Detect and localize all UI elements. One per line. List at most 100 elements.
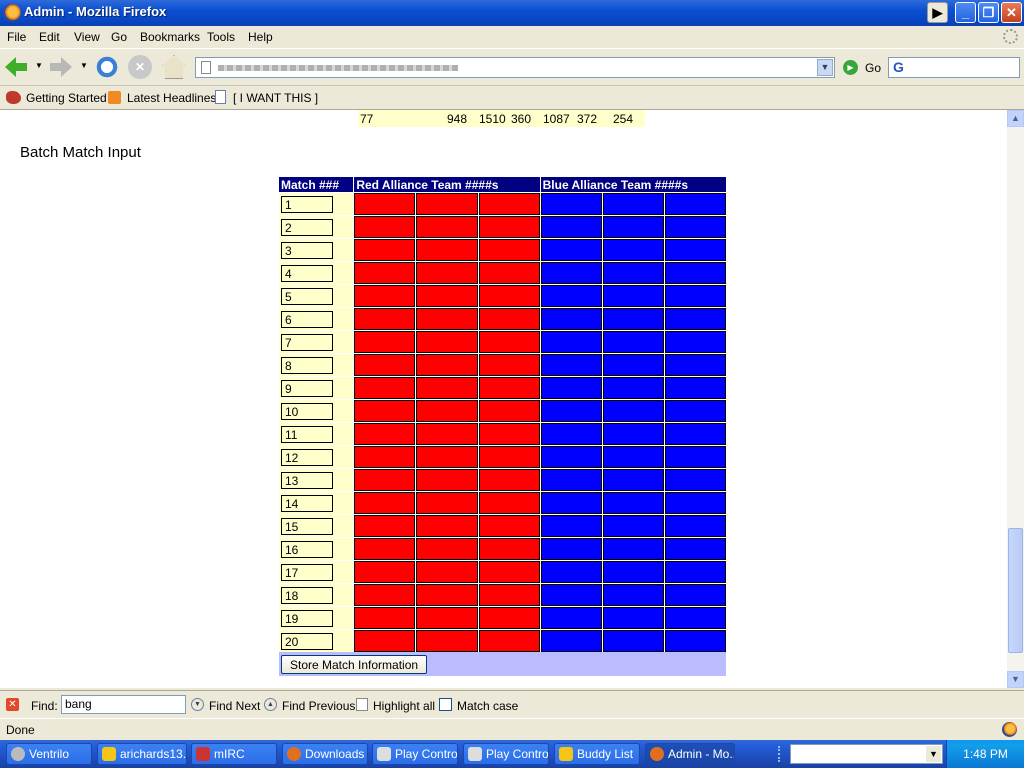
red-team-input[interactable] <box>354 446 416 468</box>
menu-edit[interactable]: Edit <box>39 30 60 44</box>
stop-icon[interactable]: ✕ <box>128 55 152 79</box>
blue-team-input[interactable] <box>540 492 602 514</box>
task-buddy-list[interactable]: Buddy List <box>554 743 640 765</box>
back-dropdown-icon[interactable]: ▼ <box>35 61 43 70</box>
blue-team-input[interactable] <box>540 400 602 422</box>
combo-dropdown-icon[interactable]: ▼ <box>926 746 941 762</box>
red-team-input[interactable] <box>416 400 478 422</box>
highlight-all-button[interactable]: Highlight all <box>373 699 435 713</box>
red-team-input[interactable] <box>416 216 478 238</box>
red-team-input[interactable] <box>478 239 540 261</box>
match-number-input[interactable]: 16 <box>281 540 333 558</box>
red-team-input[interactable] <box>478 377 540 399</box>
match-number-input[interactable]: 19 <box>281 609 333 627</box>
task-admin-firefox[interactable]: Admin - Mo... <box>645 743 735 765</box>
blue-team-input[interactable] <box>602 607 664 629</box>
match-number-input[interactable]: 15 <box>281 517 333 535</box>
menu-go[interactable]: Go <box>111 30 127 44</box>
red-team-input[interactable] <box>416 308 478 330</box>
forward-dropdown-icon[interactable]: ▼ <box>80 61 88 70</box>
close-find-icon[interactable]: ✕ <box>6 698 19 711</box>
forward-icon[interactable] <box>50 57 72 77</box>
match-number-input[interactable]: 2 <box>281 218 333 236</box>
red-team-input[interactable] <box>354 216 416 238</box>
red-team-input[interactable] <box>416 630 478 652</box>
blue-team-input[interactable] <box>664 193 726 215</box>
minimize-button[interactable]: _ <box>955 2 976 23</box>
vertical-scrollbar[interactable]: ▲ ▼ <box>1007 110 1024 688</box>
blue-team-input[interactable] <box>664 492 726 514</box>
blue-team-input[interactable] <box>602 354 664 376</box>
blue-team-input[interactable] <box>664 377 726 399</box>
scroll-up-icon[interactable]: ▲ <box>1007 110 1024 127</box>
red-team-input[interactable] <box>478 469 540 491</box>
red-team-input[interactable] <box>354 331 416 353</box>
match-number-input[interactable]: 3 <box>281 241 333 259</box>
back-icon[interactable] <box>5 57 27 77</box>
task-mirc[interactable]: mIRC <box>191 743 277 765</box>
red-team-input[interactable] <box>478 262 540 284</box>
red-team-input[interactable] <box>354 423 416 445</box>
match-number-input[interactable]: 18 <box>281 586 333 604</box>
blue-team-input[interactable] <box>664 239 726 261</box>
blue-team-input[interactable] <box>602 331 664 353</box>
red-team-input[interactable] <box>478 193 540 215</box>
blue-team-input[interactable] <box>540 630 602 652</box>
red-team-input[interactable] <box>416 492 478 514</box>
taskbar-address-combo[interactable]: ▼ <box>790 744 943 764</box>
red-team-input[interactable] <box>354 400 416 422</box>
red-team-input[interactable] <box>416 193 478 215</box>
blue-team-input[interactable] <box>602 584 664 606</box>
red-team-input[interactable] <box>478 400 540 422</box>
red-team-input[interactable] <box>478 446 540 468</box>
red-team-input[interactable] <box>354 285 416 307</box>
red-team-input[interactable] <box>354 239 416 261</box>
red-team-input[interactable] <box>478 354 540 376</box>
find-input[interactable]: bang <box>61 695 186 714</box>
blue-team-input[interactable] <box>664 446 726 468</box>
menu-view[interactable]: View <box>74 30 100 44</box>
match-number-input[interactable]: 12 <box>281 448 333 466</box>
highlight-icon[interactable] <box>356 698 368 711</box>
task-play-control-2[interactable]: Play Control <box>463 743 549 765</box>
close-button[interactable]: ✕ <box>1001 2 1022 23</box>
blue-team-input[interactable] <box>602 308 664 330</box>
find-next-button[interactable]: Find Next <box>209 699 260 713</box>
scroll-down-icon[interactable]: ▼ <box>1007 671 1024 688</box>
red-team-input[interactable] <box>354 538 416 560</box>
red-team-input[interactable] <box>478 630 540 652</box>
blue-team-input[interactable] <box>602 561 664 583</box>
store-match-button[interactable]: Store Match Information <box>281 655 428 674</box>
blue-team-input[interactable] <box>664 423 726 445</box>
blue-team-input[interactable] <box>664 262 726 284</box>
blue-team-input[interactable] <box>602 193 664 215</box>
match-number-input[interactable]: 11 <box>281 425 333 443</box>
blue-team-input[interactable] <box>540 423 602 445</box>
red-team-input[interactable] <box>416 561 478 583</box>
blue-team-input[interactable] <box>664 538 726 560</box>
red-team-input[interactable] <box>478 515 540 537</box>
google-icon[interactable]: G <box>893 59 904 75</box>
red-team-input[interactable] <box>478 285 540 307</box>
blue-team-input[interactable] <box>602 285 664 307</box>
bookmark-getting-started[interactable]: Getting Started <box>26 91 107 105</box>
red-team-input[interactable] <box>478 216 540 238</box>
red-team-input[interactable] <box>354 262 416 284</box>
blue-team-input[interactable] <box>540 469 602 491</box>
blue-team-input[interactable] <box>540 538 602 560</box>
blue-team-input[interactable] <box>602 492 664 514</box>
clock[interactable]: 1:48 PM <box>963 747 1008 761</box>
blue-team-input[interactable] <box>602 538 664 560</box>
match-number-input[interactable]: 8 <box>281 356 333 374</box>
menu-arrow-icon[interactable]: ▶ <box>927 2 948 23</box>
match-number-input[interactable]: 1 <box>281 195 333 213</box>
blue-team-input[interactable] <box>540 216 602 238</box>
reload-icon[interactable] <box>95 55 119 79</box>
blue-team-input[interactable] <box>540 308 602 330</box>
red-team-input[interactable] <box>354 492 416 514</box>
red-team-input[interactable] <box>478 607 540 629</box>
blue-team-input[interactable] <box>664 354 726 376</box>
bookmark-i-want-this[interactable]: [ I WANT THIS ] <box>233 91 318 105</box>
red-team-input[interactable] <box>416 262 478 284</box>
red-team-input[interactable] <box>416 469 478 491</box>
